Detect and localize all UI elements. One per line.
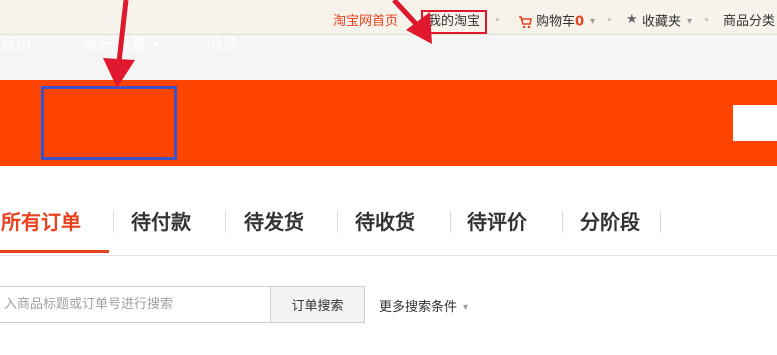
categories-link[interactable]: 商品分类 [723,14,775,30]
tab-pending-receipt[interactable]: 待收货 [355,210,415,234]
more-search-conditions[interactable]: 更多搜索条件 ▾ [379,296,468,315]
cart-icon [519,16,532,29]
chevron-down-icon: ▾ [463,302,469,313]
tab-divider [337,211,338,233]
favorites-label: 收藏夹 [642,14,682,30]
favorites-link[interactable]: 收藏夹 ▾ [642,14,692,31]
tab-pending-review[interactable]: 待评价 [467,210,527,234]
highlight-box-blue [41,86,177,160]
tab-divider [562,211,563,233]
tab-divider [660,211,661,233]
tab-installment[interactable]: 分阶段 [580,210,640,234]
cart-count: 0 [575,14,585,30]
nav-messages[interactable]: 消息 [206,34,238,54]
chevron-down-icon: ▾ [590,16,596,27]
nav-search-box[interactable] [733,105,777,141]
nav-home[interactable]: 首页 [0,34,32,54]
order-search-button[interactable]: 订单搜索 [271,286,365,323]
order-search-input[interactable] [0,286,271,323]
separator-dot [705,18,708,21]
cart-link[interactable]: 购物车0 ▾ [536,14,595,31]
chevron-down-icon: ▾ [153,38,159,50]
tab-divider [450,211,451,233]
annotation-arrow-diagonal [392,0,432,44]
chevron-down-icon: ▾ [687,16,693,27]
tab-pending-shipment[interactable]: 待发货 [244,210,304,234]
separator-dot [496,18,499,21]
annotation-arrow-down [103,0,135,88]
cart-label: 购物车 [536,14,576,30]
separator-dot [608,18,611,21]
tab-all-orders[interactable]: 所有订单 [1,210,81,234]
tab-divider [225,211,226,233]
order-tabs: 所有订单 待付款 待发货 待收货 待评价 分阶段 [0,166,777,256]
tab-pending-payment[interactable]: 待付款 [131,210,191,234]
star-icon: ★ [626,12,638,27]
tab-divider [113,211,114,233]
active-tab-underline [0,250,109,253]
more-search-conditions-label: 更多搜索条件 [379,300,458,315]
